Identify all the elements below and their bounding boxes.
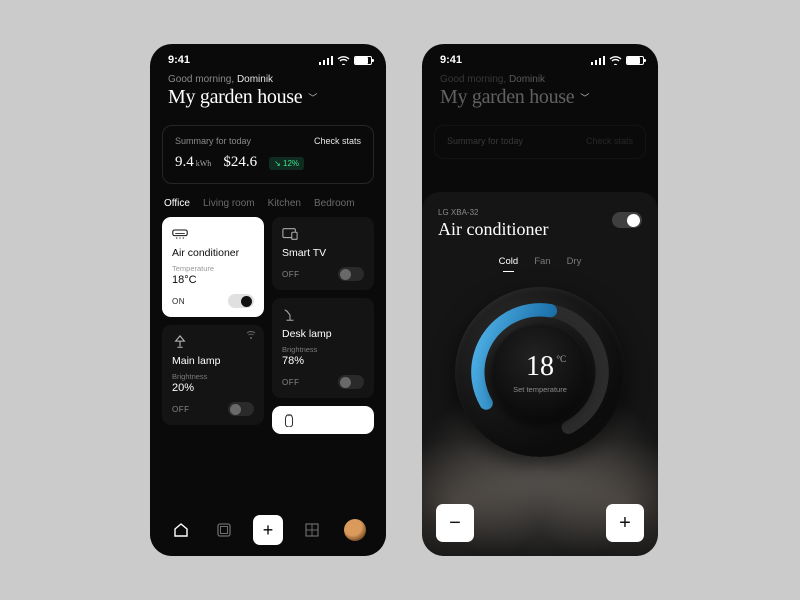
mode-cold[interactable]: Cold — [499, 256, 519, 267]
ac-power-toggle[interactable] — [612, 212, 642, 228]
device-card-smart-tv[interactable]: Smart TV OFF — [272, 217, 374, 290]
device-grid: Air conditioner Temperature 18°C ON Main… — [150, 217, 386, 434]
device-value: 78% — [282, 355, 364, 367]
lamp-icon — [172, 335, 188, 349]
status-bar: 9:41 — [150, 44, 386, 70]
delta-badge: ↘ 12% — [269, 157, 304, 170]
summary-card: Summary for today Check stats 9.4kWh $24… — [162, 125, 374, 184]
device-name: Desk lamp — [282, 328, 364, 340]
device-card-main-lamp[interactable]: Main lamp Brightness 20% OFF — [162, 325, 264, 425]
avatar — [344, 519, 366, 541]
nav-home[interactable] — [167, 516, 195, 544]
ac-title: Air conditioner — [438, 219, 548, 240]
house-name: My garden house — [440, 86, 574, 109]
device-toggle[interactable] — [338, 267, 364, 281]
tab-kitchen[interactable]: Kitchen — [268, 198, 301, 209]
device-name: Air conditioner — [172, 247, 254, 259]
ac-model: LG XBA-32 — [438, 208, 548, 217]
nav-add-button[interactable]: + — [253, 515, 283, 545]
desk-lamp-icon — [282, 308, 298, 322]
wifi-icon — [337, 56, 350, 65]
device-state: OFF — [282, 270, 300, 279]
wifi-icon — [609, 56, 622, 65]
device-state: OFF — [172, 405, 190, 414]
device-name: Main lamp — [172, 355, 254, 367]
wifi-mark-icon — [246, 331, 256, 339]
status-time: 9:41 — [168, 54, 190, 66]
nav-scenes[interactable] — [210, 516, 238, 544]
mode-dry[interactable]: Dry — [567, 256, 582, 267]
set-temperature-label: Set temperature — [513, 385, 567, 394]
nav-profile[interactable] — [341, 516, 369, 544]
device-meta-label: Brightness — [282, 345, 364, 354]
temperature-dial[interactable]: 18°C Set temperature — [455, 287, 625, 457]
house-picker[interactable]: My garden house ﹀ — [440, 86, 640, 109]
summary-label: Summary for today — [447, 136, 523, 146]
temp-plus-button[interactable]: + — [606, 504, 644, 542]
temperature-value: 18°C — [526, 351, 554, 383]
chevron-down-icon: ﹀ — [580, 91, 589, 104]
temperature-stepper: − + — [436, 504, 644, 542]
nav-rooms[interactable] — [298, 516, 326, 544]
temp-minus-button[interactable]: − — [436, 504, 474, 542]
status-bar: 9:41 — [422, 44, 658, 70]
greeting: Good morning, Dominik — [168, 74, 368, 85]
greeting: Good morning, Dominik — [440, 74, 640, 85]
header: Good morning, Dominik My garden house ﹀ — [422, 70, 658, 119]
house-name: My garden house — [168, 86, 302, 109]
device-value: 18°C — [172, 274, 254, 286]
summary-card: Summary for today Check stats — [434, 125, 646, 159]
bottom-nav: + — [150, 504, 386, 556]
house-picker[interactable]: My garden house ﹀ — [168, 86, 368, 109]
device-card-partial[interactable] — [272, 406, 374, 434]
status-icons — [591, 56, 644, 65]
check-stats-link[interactable]: Check stats — [586, 136, 633, 146]
status-icons — [319, 56, 372, 65]
device-toggle[interactable] — [228, 294, 254, 308]
tab-living-room[interactable]: Living room — [203, 198, 255, 209]
humidifier-icon — [282, 413, 296, 427]
device-toggle[interactable] — [228, 402, 254, 416]
phone-ac-detail: 9:41 Good morning, Dominik My garden hou… — [422, 44, 658, 556]
header: Good morning, Dominik My garden house ﹀ — [150, 70, 386, 119]
device-state: OFF — [282, 378, 300, 387]
device-meta-label: Temperature — [172, 264, 254, 273]
check-stats-link[interactable]: Check stats — [314, 136, 361, 146]
device-card-desk-lamp[interactable]: Desk lamp Brightness 78% OFF — [272, 298, 374, 398]
device-card-air-conditioner[interactable]: Air conditioner Temperature 18°C ON — [162, 217, 264, 317]
device-state: ON — [172, 297, 185, 306]
summary-label: Summary for today — [175, 136, 251, 146]
cellular-icon — [591, 56, 605, 65]
tv-icon — [282, 227, 298, 241]
ac-icon — [172, 227, 188, 241]
device-toggle[interactable] — [338, 375, 364, 389]
cellular-icon — [319, 56, 333, 65]
tab-office[interactable]: Office — [164, 198, 190, 209]
device-value: 20% — [172, 382, 254, 394]
battery-icon — [626, 56, 644, 65]
cost-value: $24.6 — [223, 154, 257, 171]
phone-dashboard: 9:41 Good morning, Dominik My garden hou… — [150, 44, 386, 556]
tab-bedroom[interactable]: Bedroom — [314, 198, 355, 209]
mode-fan[interactable]: Fan — [534, 256, 550, 267]
device-name: Smart TV — [282, 247, 364, 259]
energy-value: 9.4kWh — [175, 154, 211, 171]
status-time: 9:41 — [440, 54, 462, 66]
room-tabs: Office Living room Kitchen Bedroom — [150, 184, 386, 217]
ac-mode-tabs: Cold Fan Dry — [422, 256, 658, 267]
battery-icon — [354, 56, 372, 65]
chevron-down-icon: ﹀ — [308, 91, 317, 104]
ac-detail-sheet: LG XBA-32 Air conditioner Cold Fan Dry 1… — [422, 192, 658, 556]
device-meta-label: Brightness — [172, 372, 254, 381]
